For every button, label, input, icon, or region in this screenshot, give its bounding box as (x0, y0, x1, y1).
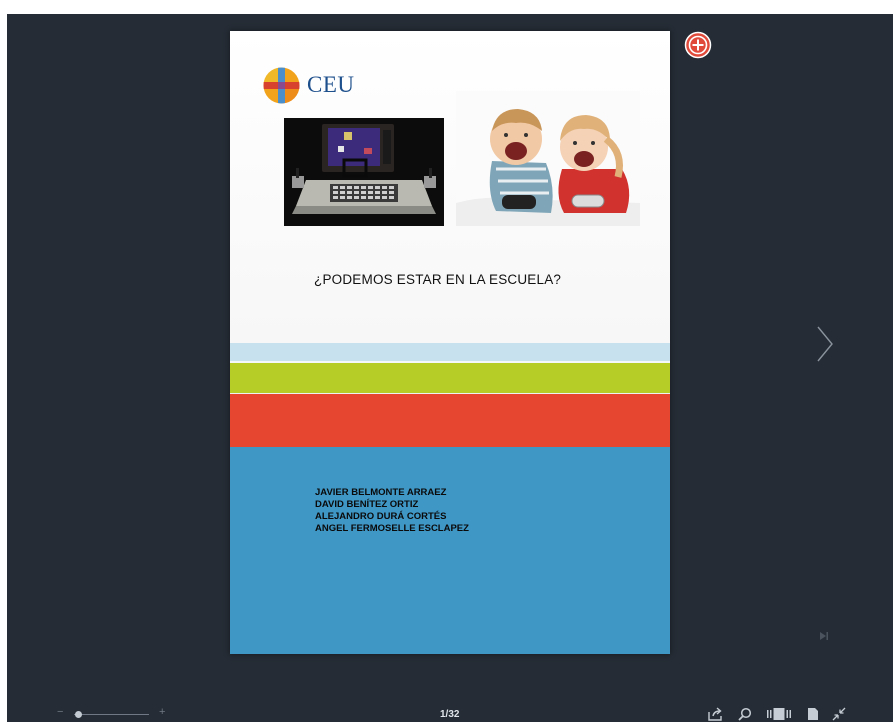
cover-page[interactable]: CEU ¿PODEMOS ESTAR EN LA ESCUELA? JAVIER… (230, 31, 670, 654)
author-name: ALEJANDRO DURÁ CORTÉS (315, 511, 447, 522)
top-strip (0, 0, 893, 14)
zoom-in-button[interactable]: + (159, 706, 165, 718)
ceu-logo: CEU (263, 66, 355, 104)
page-counter: 1/32 (440, 709, 460, 720)
plus-circle-icon[interactable] (684, 31, 712, 59)
logo-text: CEU (307, 72, 355, 97)
skip-to-end-icon[interactable] (819, 631, 829, 641)
ceu-logo-mark (263, 67, 300, 103)
band-blue (230, 447, 670, 654)
author-name: DAVID BENÍTEZ ORTIZ (315, 499, 419, 510)
retro-console-photo (284, 118, 444, 226)
exit-fullscreen-icon[interactable] (831, 707, 847, 721)
band-light-blue (230, 343, 670, 361)
author-list: JAVIER BELMONTE ARRAEZ DAVID BENÍTEZ ORT… (315, 487, 469, 535)
search-icon[interactable] (737, 707, 753, 721)
band-green (230, 363, 670, 393)
author-name: JAVIER BELMONTE ARRAEZ (315, 487, 447, 498)
thumbnails-icon[interactable] (766, 707, 792, 721)
chevron-right-icon[interactable] (812, 323, 838, 365)
cover-title: ¿PODEMOS ESTAR EN LA ESCUELA? (314, 272, 562, 287)
zoom-slider-track[interactable] (74, 714, 149, 715)
band-red (230, 394, 670, 447)
zoom-out-button[interactable]: − (57, 706, 63, 718)
single-page-icon[interactable] (805, 707, 821, 721)
kids-playing-photo (456, 91, 640, 226)
author-name: ANGEL FERMOSELLE ESCLAPEZ (315, 523, 469, 534)
share-icon[interactable] (707, 707, 723, 721)
left-strip (0, 0, 7, 722)
